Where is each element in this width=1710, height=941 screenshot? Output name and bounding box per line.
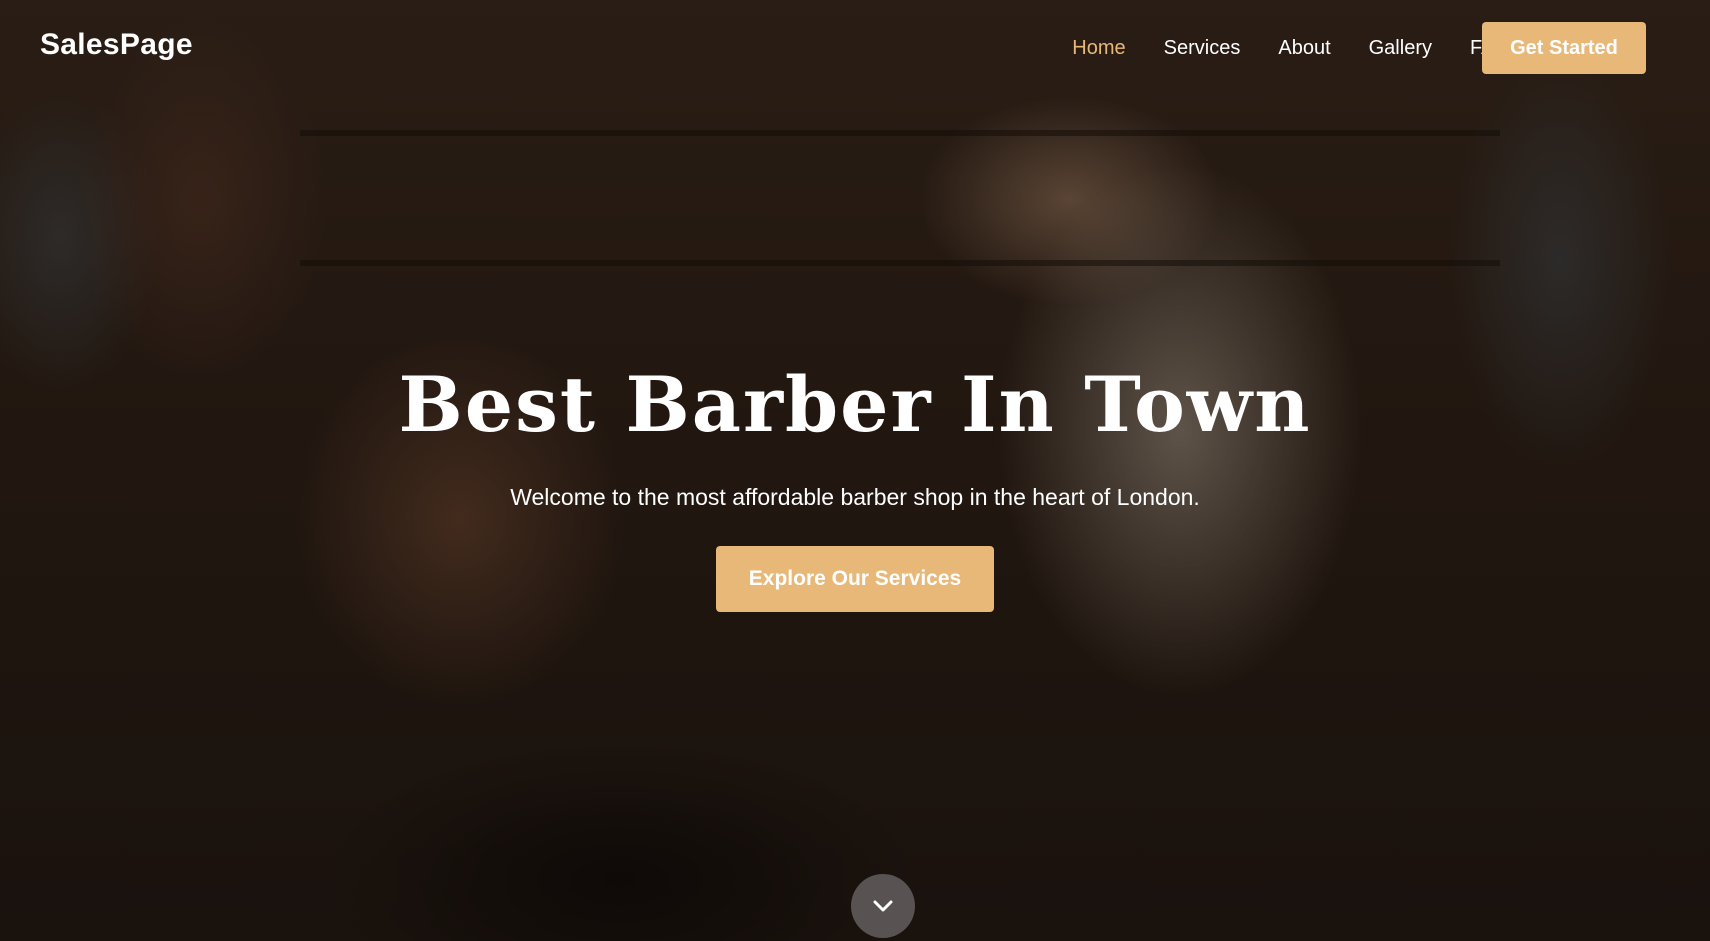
- nav-item-home[interactable]: Home: [1072, 36, 1125, 60]
- nav-item-about[interactable]: About: [1278, 36, 1330, 60]
- hero-title: Best Barber In Town: [398, 360, 1312, 449]
- get-started-button[interactable]: Get Started: [1482, 22, 1646, 74]
- hero-subtitle: Welcome to the most affordable barber sh…: [510, 484, 1200, 510]
- top-navigation: SalesPage Home Services About Gallery FA…: [0, 0, 1710, 96]
- hero-section: SalesPage Home Services About Gallery FA…: [0, 0, 1710, 941]
- chevron-down-icon: [873, 900, 893, 912]
- nav-item-services[interactable]: Services: [1164, 36, 1241, 60]
- hero-content: Best Barber In Town Welcome to the most …: [0, 360, 1710, 612]
- logo[interactable]: SalesPage: [40, 28, 193, 62]
- nav-menu: Home Services About Gallery FAQ: [1072, 36, 1510, 60]
- scroll-down-button[interactable]: [851, 874, 915, 938]
- explore-services-button[interactable]: Explore Our Services: [716, 546, 994, 612]
- nav-item-gallery[interactable]: Gallery: [1369, 36, 1432, 60]
